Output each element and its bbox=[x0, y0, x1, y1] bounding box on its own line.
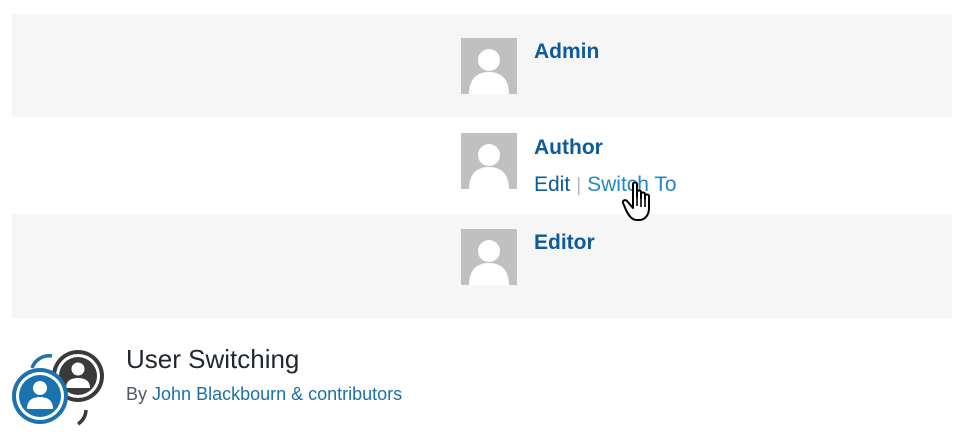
default-avatar-icon bbox=[461, 229, 517, 285]
user-switching-logo-icon bbox=[12, 348, 108, 426]
plugin-title: User Switching bbox=[126, 344, 300, 374]
user-row-editor: Editor bbox=[12, 214, 952, 318]
action-separator: | bbox=[576, 175, 582, 196]
user-row-admin: Admin bbox=[12, 14, 952, 117]
user-row-author: Author Edit | Switch To bbox=[12, 117, 952, 214]
author-link[interactable]: John Blackbourn & contributors bbox=[152, 384, 402, 404]
user-name-admin[interactable]: Admin bbox=[534, 40, 599, 64]
edit-link[interactable]: Edit bbox=[534, 173, 570, 196]
default-avatar-icon bbox=[461, 38, 517, 94]
plugin-author: By John Blackbourn & contributors bbox=[126, 384, 402, 405]
users-banner: Admin Author Edit | Switch To Editor bbox=[12, 14, 952, 318]
user-name-editor[interactable]: Editor bbox=[534, 231, 595, 255]
hand-pointer-icon bbox=[620, 180, 664, 229]
default-avatar-icon bbox=[461, 133, 517, 189]
user-name-author[interactable]: Author bbox=[534, 136, 603, 160]
by-label: By bbox=[126, 384, 148, 404]
